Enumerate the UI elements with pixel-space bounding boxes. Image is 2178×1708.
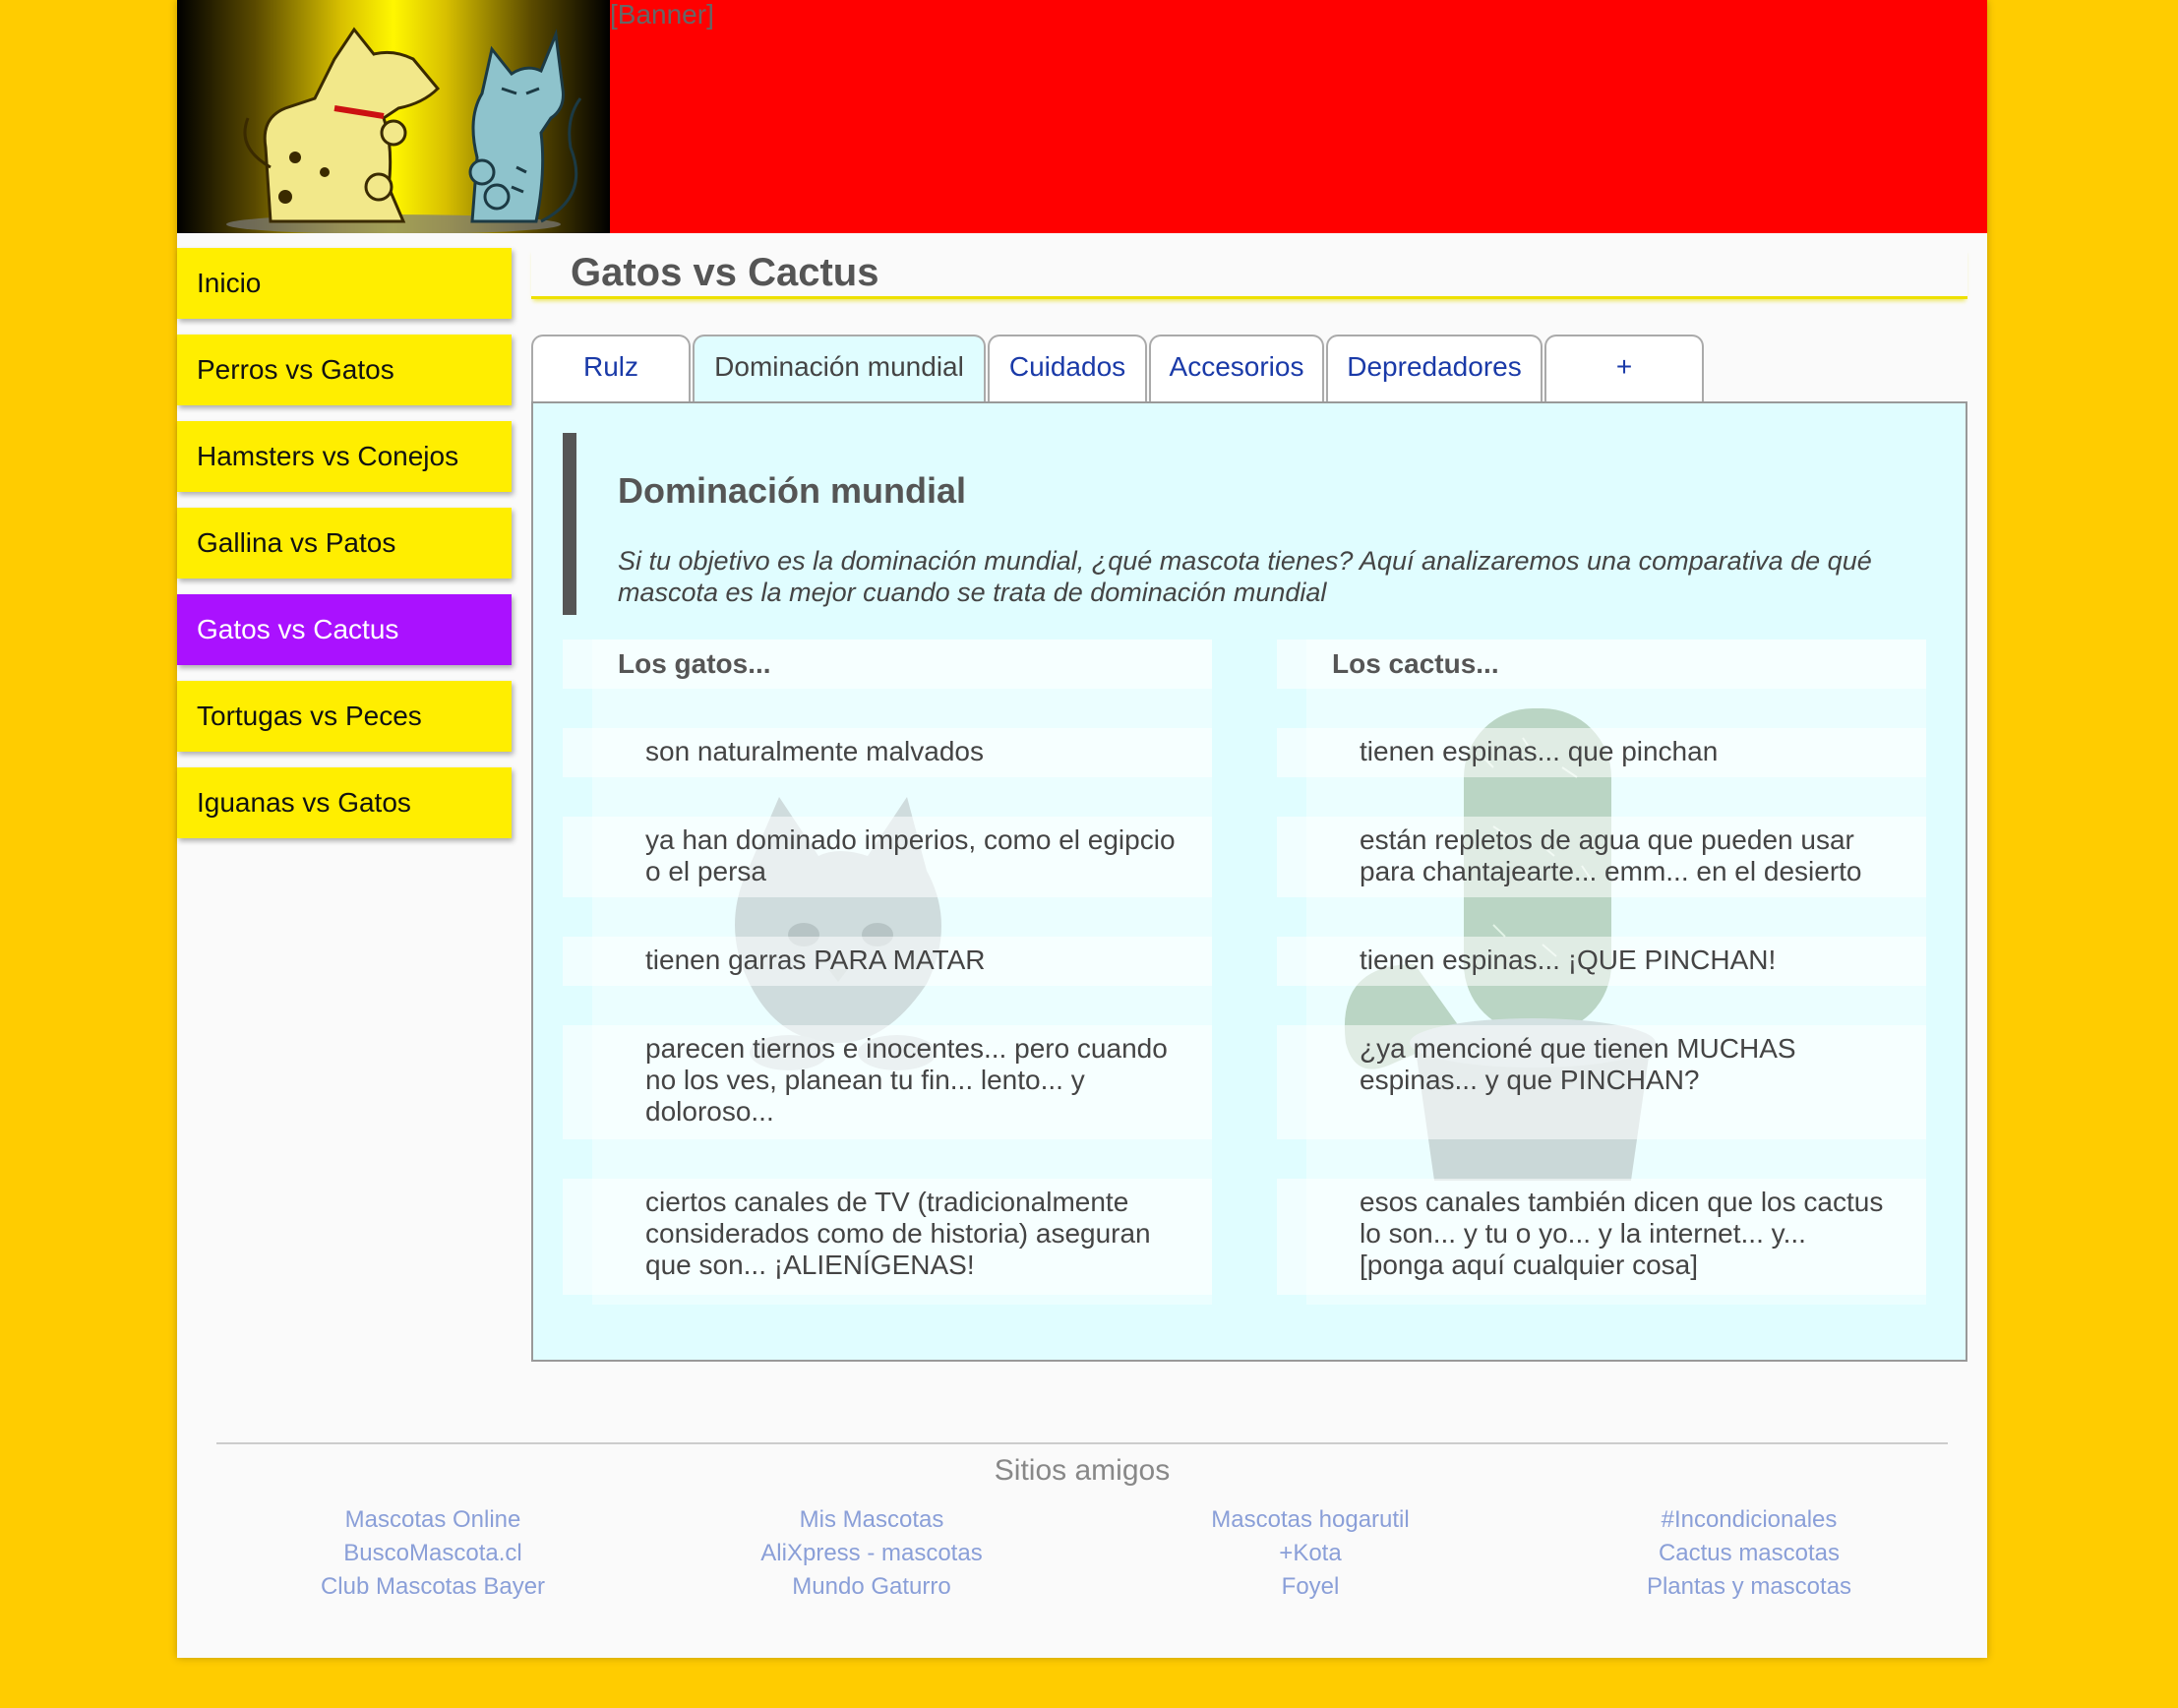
cactus-item: ¿ya mencioné que tienen MUCHAS espinas..… [1277, 1025, 1926, 1139]
footer-link[interactable]: Plantas y mascotas [1533, 1570, 1966, 1604]
footer: Sitios amigos Mascotas Online BuscoMasco… [216, 1442, 1948, 1600]
header-banner: [Banner] [177, 0, 1987, 233]
panel-intro-text: Si tu objetivo es la dominación mundial,… [618, 546, 1872, 607]
dog-vs-cat-logo-icon [226, 27, 582, 233]
panel-heading: Dominación mundial [618, 470, 967, 511]
footer-link[interactable]: BuscoMascota.cl [216, 1537, 649, 1570]
cactus-item: tienen espinas... que pinchan [1277, 728, 1926, 777]
cats-item: tienen garras PARA MATAR [563, 937, 1212, 986]
footer-link[interactable]: Foyel [1094, 1570, 1527, 1604]
sidebar-item-gatos-vs-cactus[interactable]: Gatos vs Cactus [177, 594, 512, 665]
footer-link[interactable]: +Kota [1094, 1537, 1527, 1570]
site-logo[interactable] [177, 0, 610, 233]
cats-column: Los gatos... son naturalmente malvados y… [563, 640, 1212, 1309]
comparison-columns: Los gatos... son naturalmente malvados y… [563, 640, 1936, 1309]
sidebar-item-iguanas-vs-gatos[interactable]: Iguanas vs Gatos [177, 767, 512, 838]
intro-blockquote: Dominación mundial Si tu objetivo es la … [563, 433, 1940, 615]
banner-placeholder: [Banner] [610, 0, 714, 30]
sidebar-item-gallina-vs-patos[interactable]: Gallina vs Patos [177, 508, 512, 579]
sidebar-item-inicio[interactable]: Inicio [177, 248, 512, 319]
footer-link[interactable]: Mascotas hogarutil [1094, 1503, 1527, 1537]
footer-link[interactable]: Mundo Gaturro [655, 1570, 1088, 1604]
footer-column: Mis Mascotas AliXpress - mascotas Mundo … [655, 1503, 1088, 1604]
page-container: [Banner] Inicio Perros vs Gatos Hamsters… [177, 0, 1987, 1658]
tab-bar: Rulz Dominación mundial Cuidados Accesor… [531, 335, 1706, 405]
cactus-column: Los cactus... tienen espinas... que pinc… [1277, 640, 1926, 1309]
footer-link[interactable]: Mis Mascotas [655, 1503, 1088, 1537]
sidebar-item-perros-vs-gatos[interactable]: Perros vs Gatos [177, 335, 512, 405]
sidebar-item-hamsters-vs-conejos[interactable]: Hamsters vs Conejos [177, 421, 512, 492]
footer-link[interactable]: Club Mascotas Bayer [216, 1570, 649, 1604]
tab-depredadores[interactable]: Depredadores [1326, 335, 1543, 403]
footer-link[interactable]: #Incondicionales [1533, 1503, 1966, 1537]
page-title: Gatos vs Cactus [531, 248, 1967, 299]
tab-accesorios[interactable]: Accesorios [1149, 335, 1324, 403]
footer-link[interactable]: Mascotas Online [216, 1503, 649, 1537]
footer-column: Mascotas hogarutil +Kota Foyel [1094, 1503, 1527, 1604]
cats-item: ya han dominado imperios, como el egipci… [563, 817, 1212, 897]
footer-title: Sitios amigos [994, 1454, 1171, 1487]
cactus-item: están repletos de agua que pueden usar p… [1277, 817, 1926, 897]
cats-column-title: Los gatos... [563, 640, 1212, 689]
sidebar-nav: Inicio Perros vs Gatos Hamsters vs Conej… [177, 248, 512, 854]
tab-panel: Dominación mundial Si tu objetivo es la … [531, 401, 1967, 1362]
cats-item: parecen tiernos e inocentes... pero cuan… [563, 1025, 1212, 1139]
footer-column: #Incondicionales Cactus mascotas Plantas… [1533, 1503, 1966, 1604]
tab-add[interactable]: + [1544, 335, 1704, 403]
footer-link[interactable]: AliXpress - mascotas [655, 1537, 1088, 1570]
footer-column: Mascotas Online BuscoMascota.cl Club Mas… [216, 1503, 649, 1604]
main-content: Gatos vs Cactus Rulz Dominación mundial … [531, 248, 1967, 1362]
tab-dominacion-mundial[interactable]: Dominación mundial [693, 335, 986, 405]
sidebar-item-tortugas-vs-peces[interactable]: Tortugas vs Peces [177, 681, 512, 752]
cactus-item: esos canales también dicen que los cactu… [1277, 1179, 1926, 1295]
cactus-column-title: Los cactus... [1277, 640, 1926, 689]
cactus-item: tienen espinas... ¡QUE PINCHAN! [1277, 937, 1926, 986]
cats-item: son naturalmente malvados [563, 728, 1212, 777]
cats-item: ciertos canales de TV (tradicionalmente … [563, 1179, 1212, 1295]
footer-link[interactable]: Cactus mascotas [1533, 1537, 1966, 1570]
tab-rulz[interactable]: Rulz [531, 335, 691, 403]
tab-cuidados[interactable]: Cuidados [988, 335, 1147, 403]
